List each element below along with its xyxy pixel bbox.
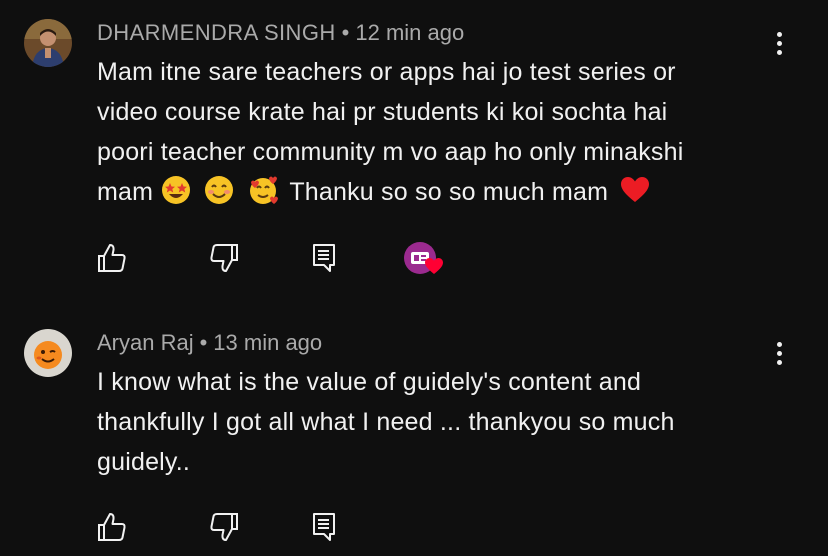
dot-icon	[776, 342, 782, 347]
red-heart-emoji	[619, 174, 651, 206]
smiling-face-emoji	[203, 174, 235, 206]
thumbs-up-icon	[98, 513, 126, 541]
avatar[interactable]	[24, 329, 72, 377]
reply-button[interactable]	[306, 509, 342, 545]
dislike-button[interactable]	[206, 240, 242, 276]
like-button[interactable]	[94, 509, 130, 545]
comment-line: guidely..	[97, 448, 191, 476]
more-options-button[interactable]	[770, 32, 788, 62]
dislike-button[interactable]	[206, 509, 242, 545]
comment-line-suffix: Thanku so so so much mam	[289, 178, 609, 206]
comment-meta: Aryan Raj • 13 min ago	[97, 330, 322, 356]
comment-line: Mam itne sare teachers or apps hai jo te…	[97, 58, 676, 86]
meta-separator: •	[199, 330, 208, 355]
thumbs-down-icon	[210, 513, 238, 541]
like-button[interactable]	[94, 240, 130, 276]
comment-time[interactable]: 12 min ago	[355, 20, 464, 45]
comment-author[interactable]: Aryan Raj	[97, 330, 194, 355]
heart-icon	[425, 258, 443, 274]
comment-line-prefix: mam	[97, 178, 154, 206]
comment-text: I know what is the value of guidely's co…	[97, 362, 777, 482]
reply-icon	[313, 244, 335, 272]
dot-icon	[776, 41, 782, 46]
meta-separator: •	[341, 20, 350, 45]
thumbs-up-icon	[98, 244, 126, 272]
comment-line: video course krate hai pr students ki ko…	[97, 98, 668, 126]
more-options-button[interactable]	[770, 342, 788, 372]
comment-author[interactable]: DHARMENDRA SINGH	[97, 20, 336, 45]
reply-icon	[313, 513, 335, 541]
comment-actions	[0, 240, 828, 280]
creator-heart-badge	[404, 242, 448, 282]
avatar[interactable]	[24, 19, 72, 67]
dot-icon	[776, 32, 782, 37]
dot-icon	[776, 50, 782, 55]
comment-actions	[0, 509, 828, 549]
dot-icon	[776, 360, 782, 365]
smiling-face-with-hearts-emoji	[247, 174, 279, 206]
comment-line: poori teacher community m vo aap ho only…	[97, 138, 684, 166]
dot-icon	[776, 351, 782, 356]
comment-time[interactable]: 13 min ago	[213, 330, 322, 355]
star-struck-emoji	[160, 174, 192, 206]
comment-text: Mam itne sare teachers or apps hai jo te…	[97, 52, 777, 212]
comment-meta: DHARMENDRA SINGH • 12 min ago	[97, 20, 464, 46]
comment-line: thankfully I got all what I need ... tha…	[97, 408, 675, 436]
comment-line-last: mam Thanku so so so much mam	[97, 172, 777, 212]
thumbs-down-icon	[210, 244, 238, 272]
reply-button[interactable]	[306, 240, 342, 276]
comment-line: I know what is the value of guidely's co…	[97, 368, 642, 396]
